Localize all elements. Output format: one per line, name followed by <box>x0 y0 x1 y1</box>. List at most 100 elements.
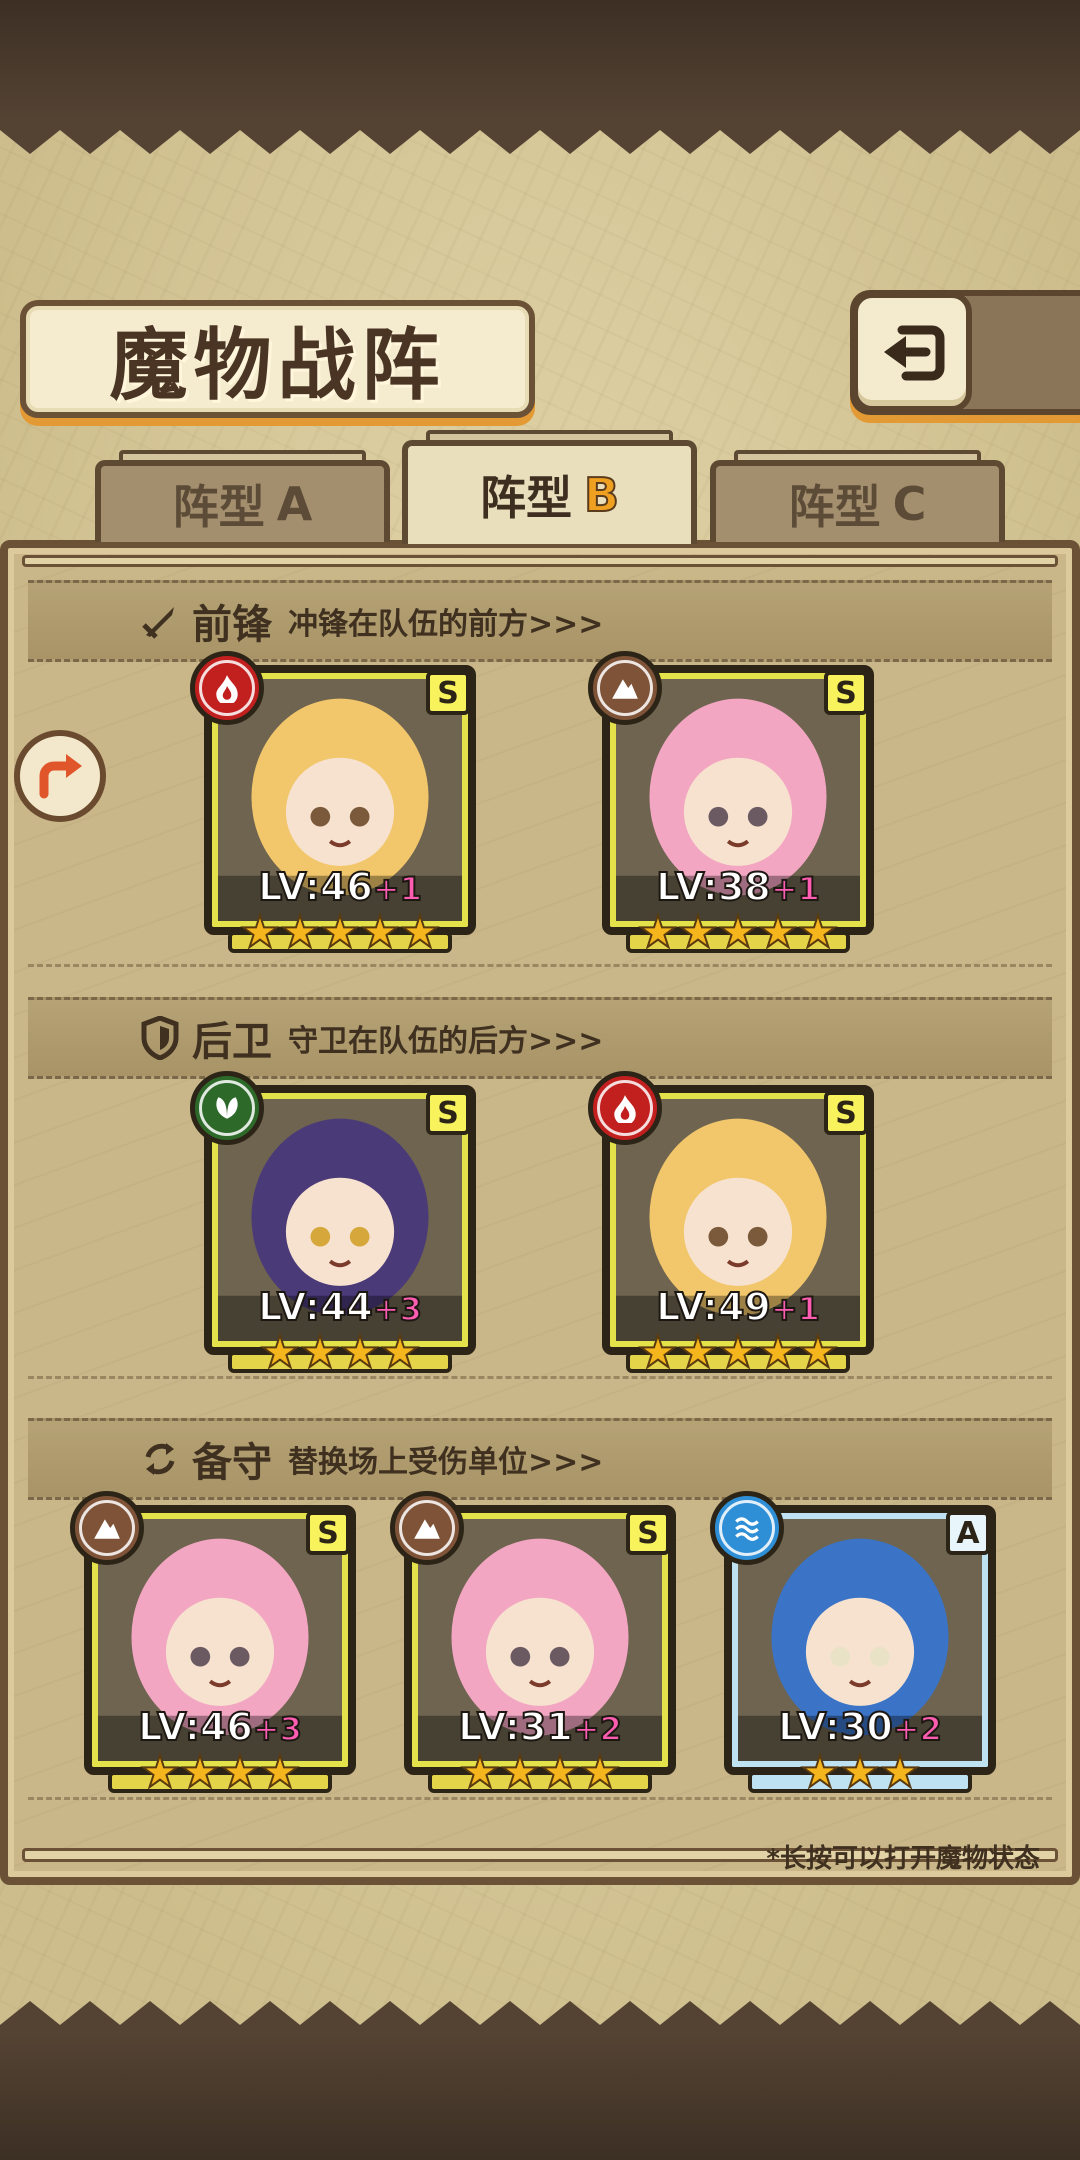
sword-icon <box>142 607 174 639</box>
tab-label: 阵型 <box>479 471 572 525</box>
section-header-reserve: 备守 替换场上受伤单位>>> <box>28 1418 1052 1500</box>
star-icon: ★ <box>757 907 798 958</box>
tab-top-bar <box>119 450 366 464</box>
level-bonus: +3 <box>252 1709 303 1749</box>
star-rating: ★ ★ ★ ★ <box>204 1327 476 1378</box>
star-icon: ★ <box>637 1327 678 1378</box>
monster-card-reserve-1[interactable]: S LV:46+3 ★ ★ ★ ★ <box>70 1491 356 1798</box>
monster-level: LV:49+1 <box>602 1284 874 1330</box>
fire-element-icon <box>588 1071 662 1145</box>
torn-edge-bottom <box>0 2001 1080 2035</box>
title-plate: 魔物战阵 <box>20 300 535 418</box>
star-icon: ★ <box>677 907 718 958</box>
arrow-toggle-button[interactable] <box>14 730 106 822</box>
star-icon: ★ <box>499 1747 540 1798</box>
back-arrow-icon <box>884 325 945 381</box>
tab-top-bar <box>734 450 981 464</box>
tab-letter: A <box>276 477 313 531</box>
formation-tabs: 阵型 A 阵型 B 阵型 C <box>20 430 1060 550</box>
star-icon: ★ <box>579 1747 620 1798</box>
long-press-hint: *长按可以打开魔物状态 <box>766 1844 1040 1874</box>
monster-level: LV:46+3 <box>84 1704 356 1750</box>
level-value: LV:46 <box>257 864 374 910</box>
star-icon: ★ <box>797 907 838 958</box>
page-title: 魔物战阵 <box>109 320 446 411</box>
star-rating: ★ ★ ★ ★ ★ <box>602 1327 874 1378</box>
star-icon: ★ <box>539 1747 580 1798</box>
rank-badge: S <box>426 671 470 715</box>
level-value: LV:46 <box>137 1704 254 1750</box>
star-rating: ★ ★ ★ <box>724 1747 996 1798</box>
star-icon: ★ <box>399 907 440 958</box>
tab-formation-c[interactable]: 阵型 C <box>710 450 1005 542</box>
level-value: LV:49 <box>655 1284 772 1330</box>
star-icon: ★ <box>677 1327 718 1378</box>
water-element-icon <box>710 1491 784 1565</box>
fire-element-icon <box>190 651 264 725</box>
level-value: LV:31 <box>457 1704 574 1750</box>
tab-label: 阵型 <box>172 480 265 534</box>
section-title: 后卫 <box>192 1019 272 1065</box>
monster-card-reserve-3[interactable]: A LV:30+2 ★ ★ ★ <box>710 1491 996 1798</box>
rank-badge: S <box>626 1511 670 1555</box>
section-header-vanguard: 前锋 冲锋在队伍的前方>>> <box>28 580 1052 662</box>
shield-icon <box>141 1016 179 1060</box>
level-value: LV:30 <box>777 1704 894 1750</box>
star-icon: ★ <box>259 1327 300 1378</box>
star-icon: ★ <box>319 907 360 958</box>
level-bonus: +2 <box>572 1709 623 1749</box>
star-icon: ★ <box>339 1327 380 1378</box>
monster-card-vanguard-1[interactable]: S LV:46+1 ★ ★ ★ ★ ★ <box>190 651 476 958</box>
star-icon: ★ <box>299 1327 340 1378</box>
tab-label: 阵型 <box>788 480 881 534</box>
tab-letter: B <box>583 467 620 523</box>
tab-letter: C <box>892 477 927 531</box>
monster-card-reserve-2[interactable]: S LV:31+2 ★ ★ ★ ★ <box>390 1491 676 1798</box>
tab-top-bar <box>426 430 673 444</box>
torn-edge-top <box>0 120 1080 154</box>
level-bonus: +1 <box>770 869 821 909</box>
top-background-band <box>0 0 1080 120</box>
bottom-background-band <box>0 2035 1080 2160</box>
star-rating: ★ ★ ★ ★ <box>84 1747 356 1798</box>
star-icon: ★ <box>359 907 400 958</box>
star-icon: ★ <box>179 1747 220 1798</box>
level-bonus: +1 <box>770 1289 821 1329</box>
monster-level: LV:44+3 <box>204 1284 476 1330</box>
star-icon: ★ <box>279 907 320 958</box>
turn-arrow-icon <box>39 754 82 799</box>
rank-badge: S <box>306 1511 350 1555</box>
monster-card-rearguard-2[interactable]: S LV:49+1 ★ ★ ★ ★ ★ <box>588 1071 874 1378</box>
rank-badge: S <box>824 671 868 715</box>
rank-badge: S <box>426 1091 470 1135</box>
tab-formation-b[interactable]: 阵型 B <box>402 430 697 544</box>
star-icon: ★ <box>757 1327 798 1378</box>
swap-icon <box>145 1443 175 1475</box>
star-icon: ★ <box>239 907 280 958</box>
wood-element-icon <box>190 1071 264 1145</box>
panel-top-rail <box>22 555 1058 567</box>
star-icon: ★ <box>717 1327 758 1378</box>
level-bonus: +2 <box>892 1709 943 1749</box>
section-header-rearguard: 后卫 守卫在队伍的后方>>> <box>28 997 1052 1079</box>
star-icon: ★ <box>839 1747 880 1798</box>
star-rating: ★ ★ ★ ★ <box>404 1747 676 1798</box>
level-value: LV:38 <box>655 864 772 910</box>
level-bonus: +1 <box>372 869 423 909</box>
section-description: 替换场上受伤单位>>> <box>288 1445 604 1480</box>
back-button[interactable] <box>852 292 972 412</box>
star-icon: ★ <box>797 1327 838 1378</box>
tab-formation-a[interactable]: 阵型 A <box>95 450 390 542</box>
level-bonus: +3 <box>372 1289 423 1329</box>
star-icon: ★ <box>139 1747 180 1798</box>
star-icon: ★ <box>879 1747 920 1798</box>
section-description: 守卫在队伍的后方>>> <box>288 1024 604 1059</box>
monster-level: LV:46+1 <box>204 864 476 910</box>
monster-card-rearguard-1[interactable]: S LV:44+3 ★ ★ ★ ★ <box>190 1071 476 1378</box>
star-icon: ★ <box>717 907 758 958</box>
rank-badge: S <box>824 1091 868 1135</box>
monster-card-vanguard-2[interactable]: S LV:38+1 ★ ★ ★ ★ ★ <box>588 651 874 958</box>
earth-element-icon <box>70 1491 144 1565</box>
star-icon: ★ <box>637 907 678 958</box>
section-title: 前锋 <box>192 602 272 648</box>
